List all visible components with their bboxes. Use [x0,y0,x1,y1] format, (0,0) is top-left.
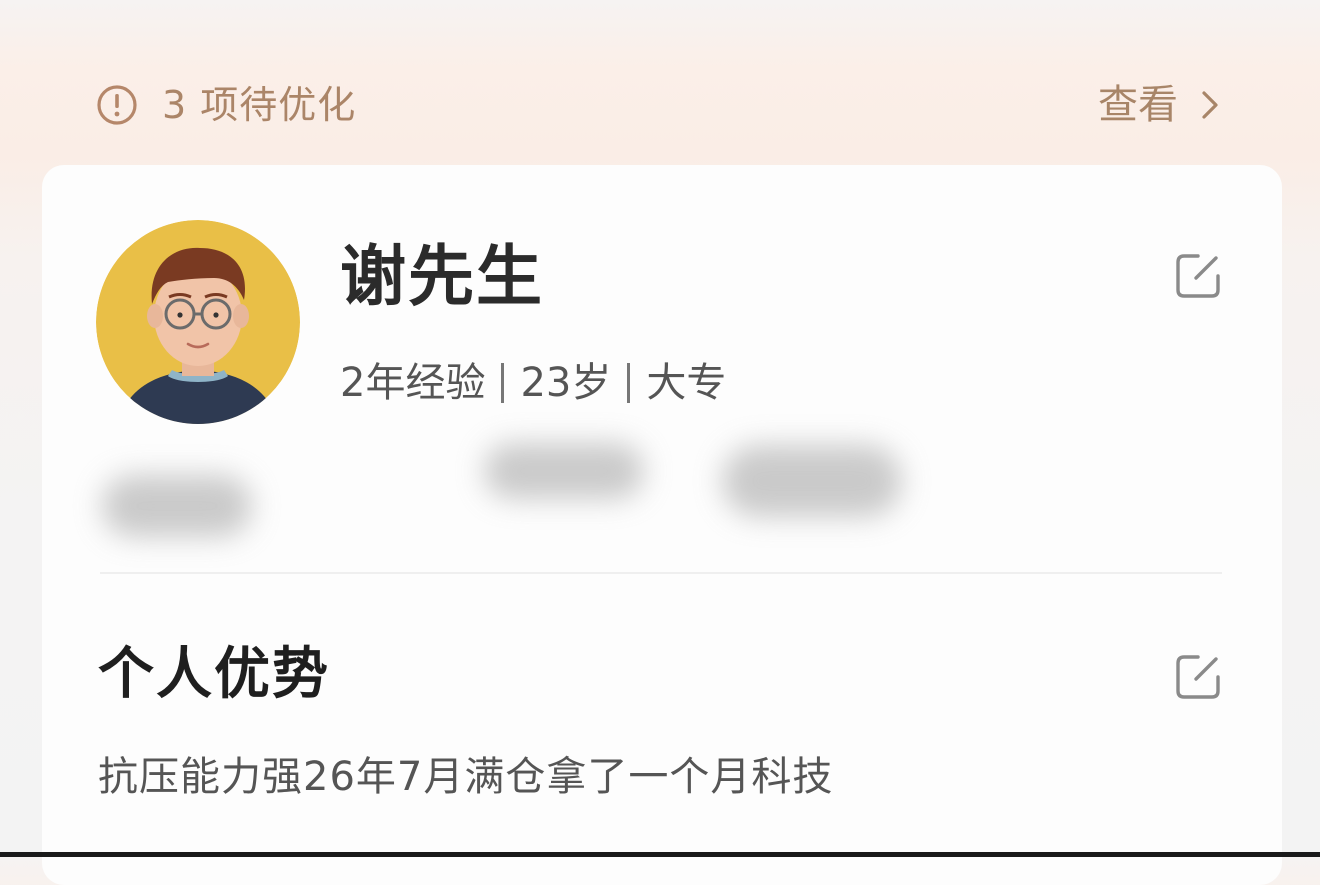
profile-meta: 2年经验 23岁 大专 [340,355,726,411]
blurred-info [722,445,902,517]
edit-advantage-icon[interactable] [1172,651,1224,703]
education-text: 大专 [646,360,727,406]
notice-text: 3 项待优化 [162,80,356,130]
profile-card: 谢先生 2年经验 23岁 大专 个人优势 抗压能力强26年7月满仓拿了一个月科技 [42,165,1282,885]
age-text: 23岁 [520,360,612,406]
notice-count: 3 [162,83,188,127]
profile-name: 谢先生 [340,238,544,315]
divider [100,572,1222,574]
separator [627,363,631,403]
view-button[interactable]: 查看 [1098,80,1224,130]
separator [501,363,505,403]
advantage-content: 抗压能力强26年7月满仓拿了一个月科技 [98,754,834,800]
view-label: 查看 [1098,82,1178,128]
chevron-right-icon [1196,88,1224,122]
optimization-notice-bar[interactable]: 3 项待优化 查看 [60,62,1260,152]
section-title-advantage: 个人优势 [98,642,330,707]
edit-profile-icon[interactable] [1172,250,1224,302]
notice-label: 项待优化 [200,83,357,127]
avatar[interactable] [96,220,300,424]
experience-text: 2年经验 [340,360,486,406]
bottom-edge [0,852,1320,857]
alert-circle-icon [96,84,138,126]
blurred-info [484,443,644,499]
blurred-info [102,475,252,537]
